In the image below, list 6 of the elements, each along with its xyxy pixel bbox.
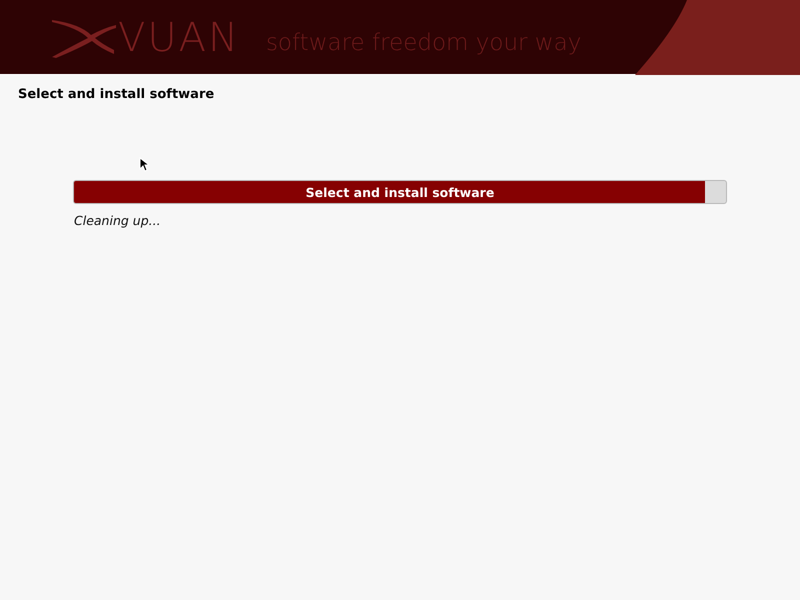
cursor-icon [139, 157, 149, 172]
progress-label: Select and install software [306, 184, 494, 200]
page-title: Select and install software [18, 87, 216, 102]
status-text: Cleaning up... [74, 213, 162, 228]
logo-text: VUAN [118, 15, 240, 61]
tagline: software freedom your way [266, 30, 582, 56]
